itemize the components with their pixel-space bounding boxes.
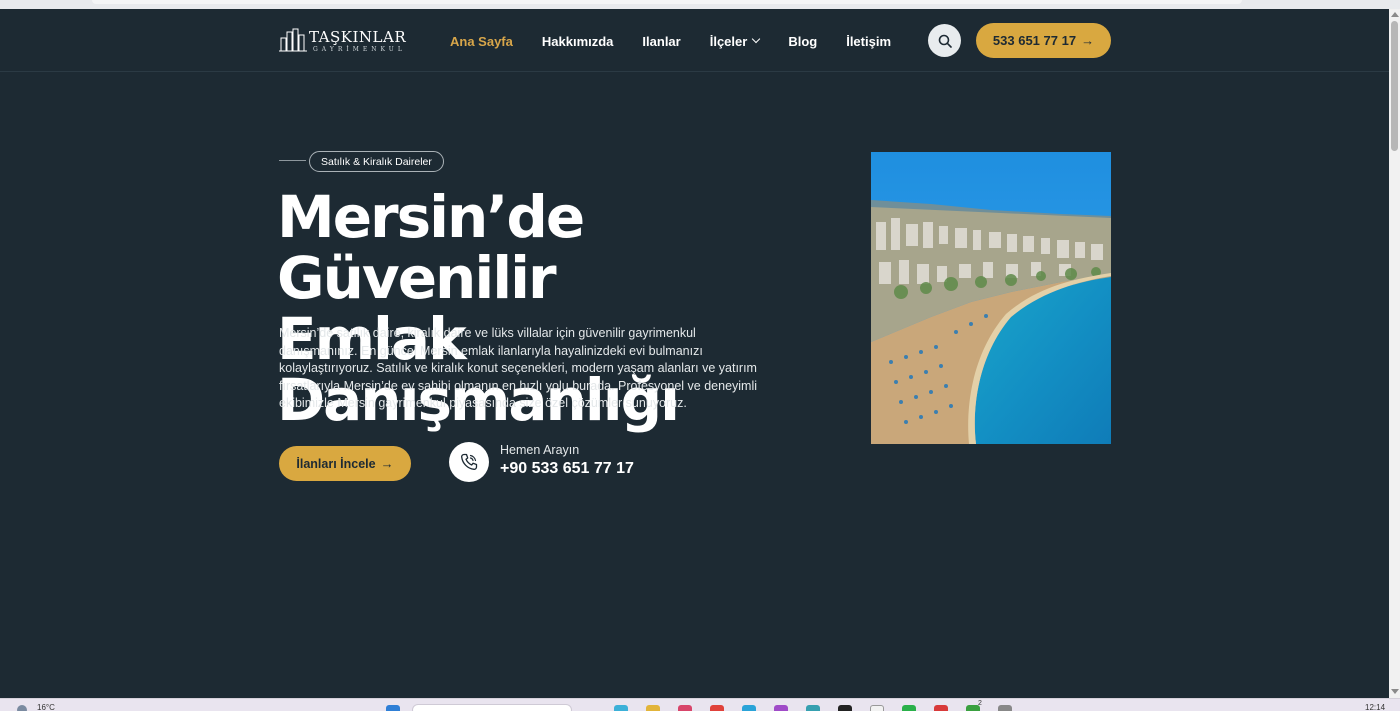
taskbar-app-icon[interactable] xyxy=(678,705,692,711)
phone-call-icon xyxy=(461,453,478,470)
call-number-link[interactable]: +90 533 651 77 17 xyxy=(500,460,634,478)
nav-listings[interactable]: Ilanlar xyxy=(642,31,680,51)
search-icon xyxy=(938,34,952,48)
clock-readout: 12:14 xyxy=(1365,703,1386,711)
temperature-readout: 16°C xyxy=(37,703,55,711)
taskbar-app-icon[interactable] xyxy=(838,705,852,711)
logo-buildings-icon xyxy=(279,28,307,52)
call-button[interactable] xyxy=(449,442,489,482)
tag-divider-line xyxy=(279,160,306,161)
view-listings-label: İlanları İncele xyxy=(296,456,376,471)
arrow-right-icon: → xyxy=(380,456,394,471)
taskbar-app-icon[interactable] xyxy=(998,705,1012,711)
logo-brand-text: TAŞKINLAR xyxy=(309,28,407,46)
taskbar-app-icon[interactable] xyxy=(806,705,820,711)
nav-contact[interactable]: İletişim xyxy=(846,31,891,51)
taskbar-app-icon[interactable] xyxy=(870,705,884,711)
hero-description: Mersin’de satılık daire, kiralık daire v… xyxy=(279,326,758,411)
view-listings-button[interactable]: İlanları İncele → xyxy=(279,446,411,481)
header-phone-button[interactable]: 533 651 77 17 → xyxy=(976,23,1111,58)
logo-subtitle-text: GAYRİMENKUL xyxy=(313,46,406,53)
call-label: Hemen Arayın xyxy=(500,443,580,457)
scroll-up-arrow-icon[interactable] xyxy=(1391,12,1399,17)
start-icon[interactable] xyxy=(386,705,400,711)
header-phone-label: 533 651 77 17 xyxy=(992,33,1077,48)
page-scrollbar[interactable] xyxy=(1389,9,1400,698)
main-nav: Ana Sayfa Hakkımızda Ilanlar İlçeler Blo… xyxy=(450,31,920,51)
os-taskbar: 16°C 2 12:14 xyxy=(0,698,1400,711)
taskbar-search[interactable] xyxy=(412,704,572,711)
chevron-down-icon xyxy=(752,34,761,44)
page: TAŞKINLAR GAYRİMENKUL Ana Sayfa Hakkımız… xyxy=(0,9,1389,698)
browser-chrome xyxy=(0,0,1400,9)
folder-icon[interactable] xyxy=(646,705,660,711)
browser-tab-strip xyxy=(92,0,1242,4)
taskbar-app-icon[interactable] xyxy=(614,705,628,711)
taskbar-app-icon[interactable] xyxy=(902,705,916,711)
nav-blog[interactable]: Blog xyxy=(788,31,817,51)
notification-badge: 2 xyxy=(978,700,982,707)
hero-coastal-image xyxy=(871,152,1111,444)
taskbar-app-icon[interactable] xyxy=(742,705,756,711)
nav-districts[interactable]: İlçeler xyxy=(709,31,761,51)
logo[interactable]: TAŞKINLAR GAYRİMENKUL xyxy=(279,26,406,54)
scroll-down-arrow-icon[interactable] xyxy=(1391,689,1399,694)
nav-districts-label: İlçeler xyxy=(709,33,748,49)
hero-title-line1: Mersin’de Güvenilir xyxy=(277,183,585,312)
site-header: TAŞKINLAR GAYRİMENKUL Ana Sayfa Hakkımız… xyxy=(0,9,1389,72)
coastal-city-photo xyxy=(871,152,1111,444)
browser-icon[interactable] xyxy=(934,705,948,711)
nav-home[interactable]: Ana Sayfa xyxy=(450,31,513,51)
search-button[interactable] xyxy=(928,24,961,57)
arrow-right-icon: → xyxy=(1081,33,1095,48)
hero-tag-badge: Satılık & Kiralık Daireler xyxy=(309,151,444,172)
nav-about[interactable]: Hakkımızda xyxy=(542,31,614,51)
taskbar-app-icon[interactable] xyxy=(774,705,788,711)
taskbar-app-icon[interactable] xyxy=(710,705,724,711)
scrollbar-thumb[interactable] xyxy=(1391,21,1398,151)
weather-icon[interactable] xyxy=(17,705,27,711)
